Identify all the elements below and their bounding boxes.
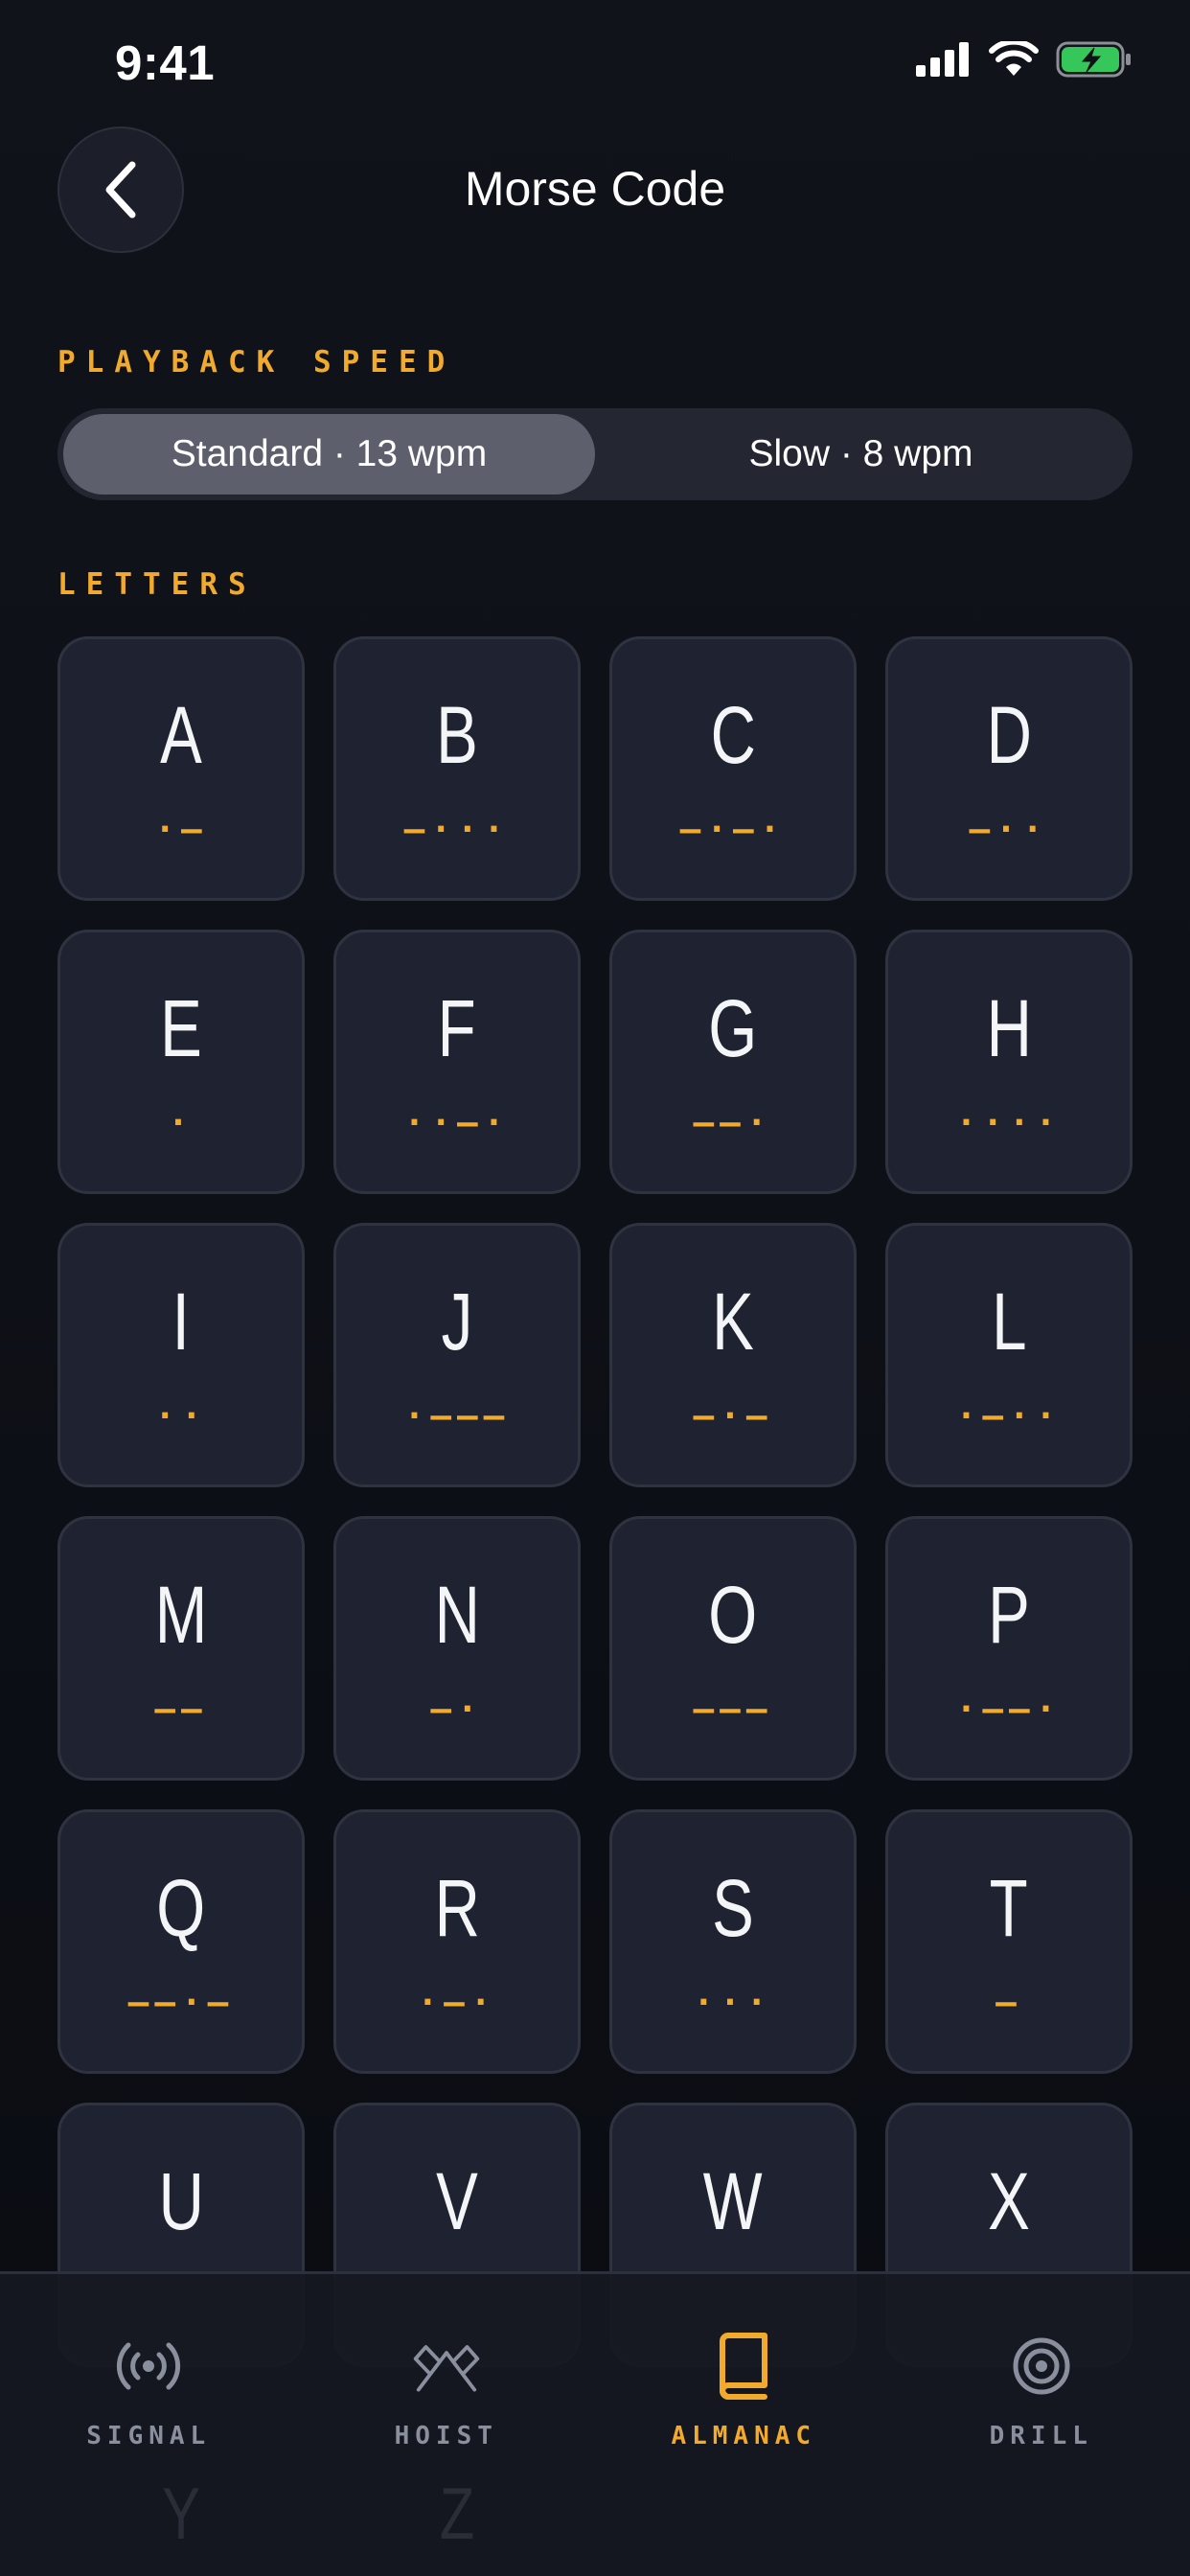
card-letter: M xyxy=(154,1570,208,1660)
wifi-icon xyxy=(989,41,1039,76)
speed-option-slow[interactable]: Slow · 8 wpm xyxy=(595,414,1127,494)
card-letter: V xyxy=(436,2156,478,2246)
playback-speed-label: PLAYBACK SPEED xyxy=(57,345,456,380)
card-morse-code: ·––· xyxy=(955,1690,1063,1729)
card-letter: C xyxy=(710,690,756,780)
status-bar: 9:41 xyxy=(0,0,1190,126)
card-morse-code: –– xyxy=(154,1690,208,1729)
letter-card-q[interactable]: Q ––·– xyxy=(57,1809,305,2074)
letter-card-h[interactable]: H ···· xyxy=(885,930,1133,1194)
card-letter: X xyxy=(988,2156,1030,2246)
status-time: 9:41 xyxy=(115,35,216,90)
card-letter: J xyxy=(441,1276,473,1367)
card-letter: D xyxy=(986,690,1032,780)
card-letter: A xyxy=(160,690,202,780)
hidden-letters-row: Y Z xyxy=(0,2434,1190,2576)
letter-card-i[interactable]: I ·· xyxy=(57,1223,305,1487)
card-morse-code: – xyxy=(995,1983,1022,2022)
card-letter: T xyxy=(989,1863,1029,1953)
letter-card-f[interactable]: F ··–· xyxy=(333,930,581,1194)
letter-card-b[interactable]: B –··· xyxy=(333,636,581,901)
letter-card-p[interactable]: P ·––· xyxy=(885,1516,1133,1781)
letter-card-d[interactable]: D –·· xyxy=(885,636,1133,901)
letter-card-l[interactable]: L ·–·· xyxy=(885,1223,1133,1487)
letter-card-g[interactable]: G ––· xyxy=(609,930,857,1194)
card-letter: H xyxy=(986,983,1032,1073)
card-morse-code: ··· xyxy=(693,1983,773,2022)
letter-card-m[interactable]: M –– xyxy=(57,1516,305,1781)
card-morse-code: ·––– xyxy=(403,1396,511,1436)
card-letter: K xyxy=(712,1276,754,1367)
battery-charging-icon xyxy=(1056,41,1131,78)
card-letter: R xyxy=(434,1863,480,1953)
letter-card-c[interactable]: C –·–· xyxy=(609,636,857,901)
speed-option-standard[interactable]: Standard · 13 wpm xyxy=(63,414,595,494)
card-morse-code: ·–· xyxy=(417,1983,497,2022)
speed-segmented-control: Standard · 13 wpm Slow · 8 wpm xyxy=(57,408,1133,500)
card-morse-code: –·· xyxy=(969,810,1049,849)
card-letter: U xyxy=(158,2156,204,2246)
card-morse-code: ··–· xyxy=(403,1103,511,1142)
card-morse-code: ·· xyxy=(154,1396,208,1436)
letter-card-k[interactable]: K –·– xyxy=(609,1223,857,1487)
card-morse-code: –··· xyxy=(403,810,511,849)
card-morse-code: ·– xyxy=(154,810,208,849)
card-morse-code: ––·– xyxy=(127,1983,235,2022)
letter-card-n[interactable]: N –· xyxy=(333,1516,581,1781)
card-morse-code: ·–·· xyxy=(955,1396,1063,1436)
card-letter: P xyxy=(988,1570,1030,1660)
status-icons xyxy=(916,40,1133,79)
card-morse-code: ––– xyxy=(693,1690,773,1729)
card-letter: O xyxy=(708,1570,758,1660)
card-letter: F xyxy=(437,983,477,1073)
letter-card-j[interactable]: J ·––– xyxy=(333,1223,581,1487)
card-letter: S xyxy=(712,1863,754,1953)
book-icon xyxy=(705,2328,782,2404)
card-letter: E xyxy=(160,983,202,1073)
letter-card-e[interactable]: E · xyxy=(57,930,305,1194)
ghost-letter-y: Y xyxy=(162,2473,200,2555)
target-icon xyxy=(1003,2328,1080,2404)
card-letter: I xyxy=(172,1276,191,1367)
letter-card-a[interactable]: A ·– xyxy=(57,636,305,901)
card-morse-code: ––· xyxy=(693,1103,773,1142)
ghost-letter-z: Z xyxy=(439,2473,475,2555)
card-letter: B xyxy=(436,690,478,780)
card-morse-code: · xyxy=(168,1103,195,1142)
card-letter: N xyxy=(434,1570,480,1660)
card-letter: G xyxy=(708,983,758,1073)
letters-section-label: LETTERS xyxy=(57,567,257,602)
letter-card-s[interactable]: S ··· xyxy=(609,1809,857,2074)
broadcast-icon xyxy=(110,2328,187,2404)
cellular-signal-icon xyxy=(916,42,969,77)
card-morse-code: –·– xyxy=(693,1396,773,1436)
card-letter: W xyxy=(703,2156,763,2246)
card-morse-code: –·–· xyxy=(679,810,787,849)
letters-grid: A ·– B –··· C –·–· D –·· E · F ··–· G ––· H ····… xyxy=(57,636,1133,2367)
morse-code-screen: 9:41 Morse Code PLAYBACK SPEED Standard … xyxy=(0,0,1190,2576)
page-title: Morse Code xyxy=(464,162,726,216)
letter-card-t[interactable]: T – xyxy=(885,1809,1133,2074)
card-morse-code: –· xyxy=(430,1690,484,1729)
letter-card-o[interactable]: O ––– xyxy=(609,1516,857,1781)
crossed-flags-icon xyxy=(408,2328,485,2404)
letter-card-r[interactable]: R ·–· xyxy=(333,1809,581,2074)
card-letter: L xyxy=(991,1276,1027,1367)
card-letter: Q xyxy=(156,1863,206,1953)
card-morse-code: ···· xyxy=(955,1103,1063,1142)
